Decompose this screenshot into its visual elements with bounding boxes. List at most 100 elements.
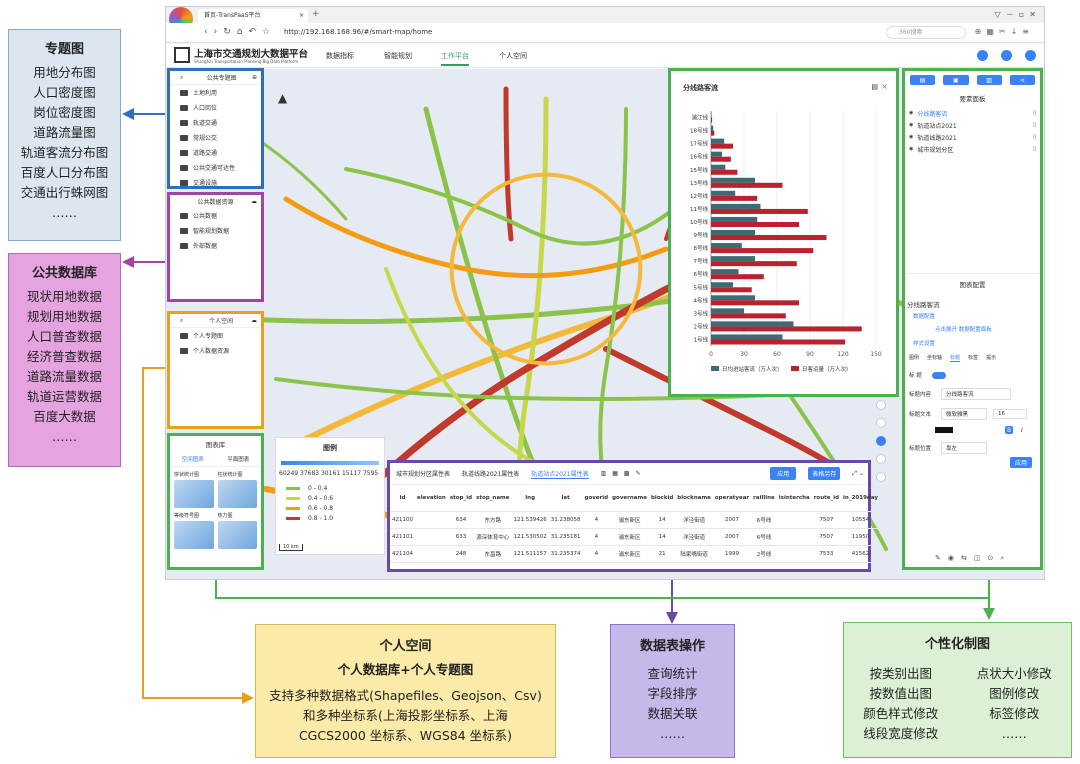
nav-smart-planning[interactable]: 智能规划 <box>384 51 412 61</box>
chart-type-card[interactable]: 柱状统计图 <box>218 471 258 508</box>
column-header[interactable]: railline <box>751 485 777 511</box>
close-tab-icon[interactable]: × <box>299 9 304 23</box>
font-select[interactable]: 微软雅黑 <box>941 408 987 420</box>
delete-icon[interactable]: ▯ <box>1033 146 1036 152</box>
chart-type-card[interactable]: 热力图 <box>218 512 258 549</box>
apply-button[interactable]: 应用 <box>770 467 796 480</box>
public-data-item[interactable]: 公共数据 <box>170 208 261 223</box>
theme-item[interactable]: 人口岗位 <box>170 100 261 115</box>
column-header[interactable]: stop_id <box>448 485 474 511</box>
eye-icon[interactable]: ◉ <box>909 110 913 116</box>
map-tool-icon[interactable] <box>876 436 886 446</box>
browser-tools[interactable]: ⊕▦✂↓≡ <box>975 27 1034 36</box>
bold-button[interactable]: B <box>1005 426 1013 434</box>
personal-item[interactable]: 个人数据资源 <box>170 343 261 358</box>
chart-type-card[interactable]: 饼状统计图 <box>174 471 214 508</box>
config-sub-tab[interactable]: 标签 <box>968 354 978 362</box>
cloud-icon[interactable]: ☁ <box>251 198 257 205</box>
delete-icon[interactable]: ▯ <box>1033 134 1036 140</box>
show-title-toggle[interactable] <box>932 372 946 379</box>
theme-item[interactable]: 交通设施 <box>170 175 261 190</box>
chart-type-card[interactable]: 等级符号图 <box>174 512 214 549</box>
config-sub-tab[interactable]: 图例 <box>909 354 919 362</box>
panel-tool-button[interactable]: ▤ <box>910 75 935 85</box>
theme-item[interactable]: 常规公交 <box>170 130 261 145</box>
url-field[interactable]: http://192.168.168.96/#/smart-map/home <box>284 28 432 36</box>
column-header[interactable]: stop_name <box>474 485 511 511</box>
close-icon[interactable]: × <box>881 82 888 91</box>
panel-tool-button[interactable]: ▥ <box>977 75 1002 85</box>
data-config-link[interactable]: 点击展开 数据配置面板 <box>935 325 1040 333</box>
column-header[interactable]: govername <box>610 485 649 511</box>
column-header[interactable]: elevation <box>415 485 448 511</box>
table-row[interactable]: 421101633源深体育中心121.53050231.2351814浦东新区1… <box>390 528 880 545</box>
config-sub-tab[interactable]: 标题 <box>950 354 960 362</box>
public-data-item[interactable]: 智能规划数据 <box>170 223 261 238</box>
personal-item[interactable]: 个人专题图 <box>170 328 261 343</box>
layer-item[interactable]: ◉轨道线路2021▯ <box>905 131 1040 143</box>
config-sub-tab[interactable]: 坐标轴 <box>927 354 942 362</box>
public-data-item[interactable]: 外部数据 <box>170 238 261 253</box>
delete-icon[interactable]: ▯ <box>1033 110 1036 116</box>
tab-spatial-charts[interactable]: 空间图表 <box>182 455 204 463</box>
new-tab-icon[interactable]: + <box>312 9 320 19</box>
config-sub-tab[interactable]: 提示 <box>986 354 996 362</box>
nav-data-index[interactable]: 数据指标 <box>326 51 354 61</box>
theme-item[interactable]: 轨道交通 <box>170 115 261 130</box>
column-header[interactable]: id <box>390 485 415 511</box>
expand-icon[interactable]: ⤢ ⌄ <box>852 470 864 478</box>
search-icon[interactable]: ⌕ <box>180 317 183 325</box>
theme-item[interactable]: 公共交通可达性 <box>170 160 261 175</box>
search-engine-field[interactable]: 360搜索 <box>886 26 966 39</box>
map-tool-icon[interactable] <box>876 400 886 410</box>
map-tool-icon[interactable] <box>876 454 886 464</box>
eye-icon[interactable]: ◉ <box>909 146 913 152</box>
panel-tool-button[interactable]: ▣ <box>943 75 968 85</box>
layer-item[interactable]: ◉城市规划分区▯ <box>905 143 1040 155</box>
column-header[interactable]: goverid <box>583 485 611 511</box>
nav-buttons[interactable]: ‹›↻⌂↶☆ <box>204 27 276 37</box>
column-header[interactable]: isintercha <box>777 485 812 511</box>
tab-metro-station-table[interactable]: 轨道站点2021属性表 <box>531 469 588 479</box>
add-icon[interactable]: ⊕ <box>252 74 257 81</box>
nav-personal-space[interactable]: 个人空间 <box>499 51 527 61</box>
column-header[interactable]: blockid <box>649 485 675 511</box>
download-icon[interactable]: ▤ <box>871 83 878 91</box>
column-header[interactable]: lat <box>549 485 583 511</box>
table-tool-icons[interactable]: ▥▦▩✎ <box>601 470 647 477</box>
apply-config-button[interactable]: 应用 <box>1010 457 1032 468</box>
column-header[interactable]: route_id <box>812 485 841 511</box>
font-size-select[interactable]: 16 <box>993 409 1027 419</box>
cloud-icon[interactable]: ☁ <box>251 317 257 324</box>
eye-icon[interactable]: ◉ <box>909 134 913 140</box>
window-controls[interactable]: ▽ － ▫ ✕ <box>994 9 1036 20</box>
map-side-tools[interactable] <box>874 400 888 545</box>
user-icon[interactable] <box>1001 50 1012 61</box>
tab-planning-district-table[interactable]: 城市规划分区属性表 <box>396 469 450 478</box>
table-row[interactable]: 421100634东方路121.53942631.2380584浦东新区14洋泾… <box>390 511 880 528</box>
theme-item[interactable]: 道路交通 <box>170 145 261 160</box>
eye-icon[interactable]: ◉ <box>909 122 913 128</box>
column-header[interactable]: blockname <box>675 485 713 511</box>
map-tool-icon[interactable] <box>876 418 886 428</box>
map-tool-icon[interactable] <box>876 472 886 482</box>
tab-flat-charts[interactable]: 平面图表 <box>227 455 249 463</box>
layer-item[interactable]: ◉轨道站点2021▯ <box>905 119 1040 131</box>
title-content-input[interactable]: 分线路客流 <box>941 388 1011 400</box>
settings-icon[interactable] <box>1025 50 1036 61</box>
table-row[interactable]: 421104248东昌路121.51115731.2353744浦东新区21陆家… <box>390 545 880 562</box>
save-table-button[interactable]: 表格另存 <box>808 467 840 480</box>
delete-icon[interactable]: ▯ <box>1033 122 1036 128</box>
layer-item[interactable]: ◉分线路客流▯ <box>905 107 1040 119</box>
bottom-toolbar-icons[interactable]: ✎◉⇆◫⊙⌕ <box>935 554 1011 563</box>
column-header[interactable]: lng <box>512 485 549 511</box>
help-icon[interactable] <box>977 50 988 61</box>
color-picker[interactable] <box>935 427 953 433</box>
theme-item[interactable]: 土地利用 <box>170 85 261 100</box>
tab-metro-line-table[interactable]: 轨道线路2021属性表 <box>462 469 519 478</box>
column-header[interactable]: operatyear <box>713 485 751 511</box>
share-button[interactable]: ⋖ <box>1010 75 1035 85</box>
italic-button[interactable]: I <box>1021 427 1023 434</box>
title-position-select[interactable]: 靠左 <box>941 442 987 454</box>
browser-tab[interactable]: 首页-TransPaaS平台× <box>198 9 308 23</box>
